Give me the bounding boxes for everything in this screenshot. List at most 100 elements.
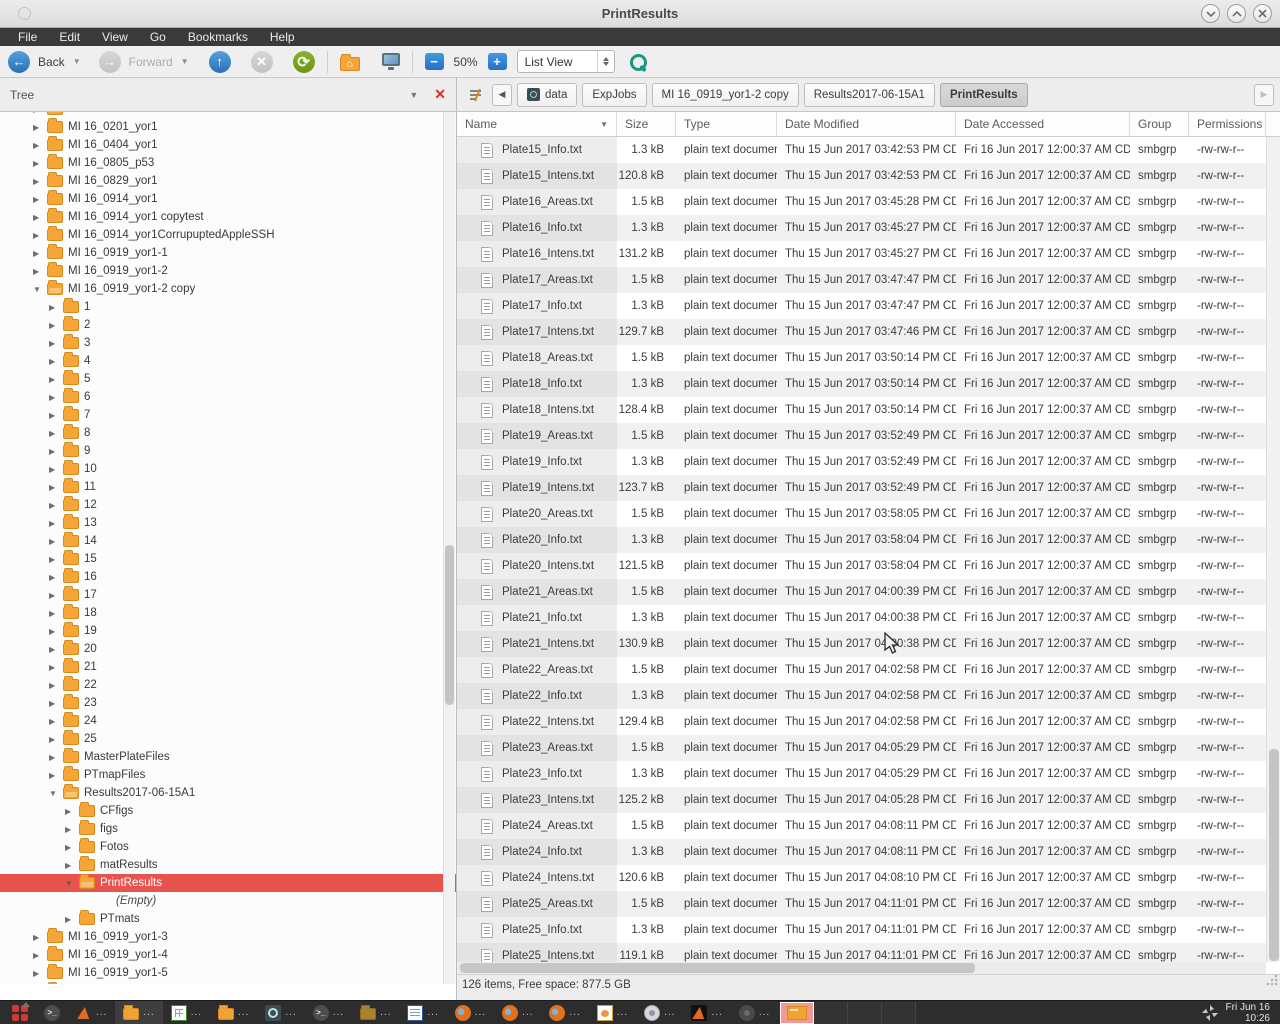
menu-help[interactable]: Help	[260, 29, 305, 45]
tree-item-3[interactable]: ▶3	[0, 334, 456, 352]
column-header-name[interactable]: Name▼	[457, 112, 617, 136]
file-row-plate18-areas-txt[interactable]: Plate18_Areas.txt1.5 kBplain text docume…	[457, 345, 1280, 371]
column-header-permissions[interactable]: Permissions	[1189, 112, 1266, 136]
list-vertical-scrollbar-thumb[interactable]	[1269, 749, 1279, 961]
column-header-size[interactable]: Size	[617, 112, 676, 136]
file-row-plate24-intens-txt[interactable]: Plate24_Intens.txt120.6 kBplain text doc…	[457, 865, 1280, 891]
taskbar-button-firefox[interactable]: ...	[541, 1001, 588, 1024]
taskbar-button-terminal[interactable]: >_...	[305, 1001, 352, 1024]
tree-item-19[interactable]: ▶19	[0, 622, 456, 640]
side-pane-close-icon[interactable]: ✕	[434, 86, 446, 103]
path-scroll-right-button[interactable]: ▶	[1254, 84, 1274, 106]
tree-item-matresults[interactable]: ▶matResults	[0, 856, 456, 874]
file-row-plate16-areas-txt[interactable]: Plate16_Areas.txt1.5 kBplain text docume…	[457, 189, 1280, 215]
taskbar-button-firefox[interactable]: ...	[447, 1001, 494, 1024]
search-button[interactable]	[629, 52, 647, 72]
tree-vertical-scrollbar[interactable]	[443, 112, 455, 984]
zoom-in-button[interactable]: +	[488, 53, 507, 70]
taskbar-button-impress[interactable]: ...	[589, 1001, 636, 1024]
file-row-plate21-info-txt[interactable]: Plate21_Info.txt1.3 kBplain text documen…	[457, 605, 1280, 631]
forward-button[interactable]: →	[99, 51, 121, 73]
tree-item-16[interactable]: ▶16	[0, 568, 456, 586]
tree-item-15[interactable]: ▶15	[0, 550, 456, 568]
file-row-plate19-areas-txt[interactable]: Plate19_Areas.txt1.5 kBplain text docume…	[457, 423, 1280, 449]
title-bar[interactable]: PrintResults	[0, 0, 1280, 28]
expand-toggle-icon[interactable]: ▶	[49, 735, 61, 744]
tree-item-8[interactable]: ▶8	[0, 424, 456, 442]
tree-item-11[interactable]: ▶11	[0, 478, 456, 496]
expand-toggle-icon[interactable]: ▶	[65, 915, 77, 924]
file-row-plate17-info-txt[interactable]: Plate17_Info.txt1.3 kBplain text documen…	[457, 293, 1280, 319]
menu-file[interactable]: File	[8, 29, 47, 45]
expand-toggle-icon[interactable]: ▶	[49, 339, 61, 348]
tree-item-21[interactable]: ▶21	[0, 658, 456, 676]
file-row-plate24-areas-txt[interactable]: Plate24_Areas.txt1.5 kBplain text docume…	[457, 813, 1280, 839]
view-mode-spinner[interactable]	[597, 51, 614, 72]
tree-item-results2017-06-15a1[interactable]: ▼Results2017-06-15A1	[0, 784, 456, 802]
tree-item-mi-16-0919-yor1-2[interactable]: ▶MI 16_0919_yor1-2	[0, 262, 456, 280]
expand-toggle-icon[interactable]: ▶	[49, 375, 61, 384]
expand-toggle-icon[interactable]: ▶	[49, 591, 61, 600]
tree-item-13[interactable]: ▶13	[0, 514, 456, 532]
file-row-plate16-info-txt[interactable]: Plate16_Info.txt1.3 kBplain text documen…	[457, 215, 1280, 241]
tree-item-mi-16-0829-yor1[interactable]: ▶MI 16_0829_yor1	[0, 172, 456, 190]
tree-item-mi-16-0919-yor1-1[interactable]: ▶MI 16_0919_yor1-1	[0, 244, 456, 262]
expand-toggle-icon[interactable]: ▶	[49, 771, 61, 780]
expand-toggle-icon[interactable]: ▶	[49, 303, 61, 312]
computer-button[interactable]	[382, 53, 400, 66]
file-row-plate23-info-txt[interactable]: Plate23_Info.txt1.3 kBplain text documen…	[457, 761, 1280, 787]
tree-item-masterplatefiles[interactable]: ▶MasterPlateFiles	[0, 748, 456, 766]
back-button[interactable]: ←	[8, 51, 30, 73]
taskbar-button-matlab[interactable]: ...	[68, 1001, 115, 1024]
breadcrumb-mi-16-0919-yor1-2-copy[interactable]: MI 16_0919_yor1-2 copy	[652, 83, 799, 107]
menu-bookmarks[interactable]: Bookmarks	[178, 29, 258, 45]
expand-toggle-icon[interactable]: ▶	[33, 195, 45, 204]
tree-item-printresults[interactable]: ▼PrintResults	[0, 874, 456, 892]
taskbar-button-matlab-dark[interactable]: ...	[683, 1001, 730, 1024]
tree-item-mi-16-0919-yor1-2-copy[interactable]: ▼MI 16_0919_yor1-2 copy	[0, 280, 456, 298]
expand-toggle-icon[interactable]: ▶	[33, 177, 45, 186]
tree-item-22[interactable]: ▶22	[0, 676, 456, 694]
taskbar-button-viewer[interactable]: ...	[257, 1001, 304, 1024]
tree-item-20[interactable]: ▶20	[0, 640, 456, 658]
file-row-plate17-intens-txt[interactable]: Plate17_Intens.txt129.7 kBplain text doc…	[457, 319, 1280, 345]
breadcrumb-printresults[interactable]: PrintResults	[940, 83, 1028, 107]
file-row-plate22-intens-txt[interactable]: Plate22_Intens.txt129.4 kBplain text doc…	[457, 709, 1280, 735]
file-row-plate19-info-txt[interactable]: Plate19_Info.txt1.3 kBplain text documen…	[457, 449, 1280, 475]
shutter-tray-icon[interactable]	[1201, 1004, 1219, 1022]
taskbar-button-writer[interactable]: ...	[399, 1001, 446, 1024]
tree-item-14[interactable]: ▶14	[0, 532, 456, 550]
back-history-dropdown[interactable]: ▼	[73, 57, 81, 66]
file-row-plate24-info-txt[interactable]: Plate24_Info.txt1.3 kBplain text documen…	[457, 839, 1280, 865]
expand-toggle-icon[interactable]: ▶	[49, 627, 61, 636]
list-horizontal-scrollbar[interactable]	[457, 962, 1266, 974]
tree-item-figs[interactable]: ▶figs	[0, 820, 456, 838]
tree-item-mi-16-0914-yor1-copytest[interactable]: ▶MI 16_0914_yor1 copytest	[0, 208, 456, 226]
tree-item-ptmapfiles[interactable]: ▶PTmapFiles	[0, 766, 456, 784]
expand-toggle-icon[interactable]: ▶	[49, 429, 61, 438]
tree-item-4[interactable]: ▶4	[0, 352, 456, 370]
expand-toggle-icon[interactable]: ▶	[65, 861, 77, 870]
taskbar-button-app-dim[interactable]: ...	[731, 1001, 778, 1024]
expand-toggle-icon[interactable]: ▶	[49, 483, 61, 492]
tree-item-ptmats[interactable]: ▶PTmats	[0, 910, 456, 928]
tree-item-1[interactable]: ▶1	[0, 298, 456, 316]
expand-toggle-icon[interactable]: ▶	[33, 141, 45, 150]
resize-grip[interactable]	[1266, 974, 1278, 986]
expand-toggle-icon[interactable]: ▶	[49, 537, 61, 546]
expand-toggle-icon[interactable]: ▶	[49, 663, 61, 672]
taskbar-button-calc[interactable]: ...	[163, 1001, 210, 1024]
tree-item-9[interactable]: ▶9	[0, 442, 456, 460]
column-header-date-accessed[interactable]: Date Accessed	[956, 112, 1130, 136]
tree-item-6[interactable]: ▶6	[0, 388, 456, 406]
tree-item-mi-16-0914-yor1corrupuptedapplessh[interactable]: ▶MI 16_0914_yor1CorrupuptedAppleSSH	[0, 226, 456, 244]
close-button[interactable]	[1253, 4, 1272, 23]
tree-item-mi-16-0201-yor1[interactable]: ▶MI 16_0201_yor1	[0, 118, 456, 136]
menu-view[interactable]: View	[92, 29, 138, 45]
breadcrumb-results2017-06-15a1[interactable]: Results2017-06-15A1	[804, 83, 935, 107]
file-row-plate22-info-txt[interactable]: Plate22_Info.txt1.3 kBplain text documen…	[457, 683, 1280, 709]
expand-toggle-icon[interactable]: ▶	[33, 231, 45, 240]
window-menu-icon[interactable]	[18, 7, 31, 20]
home-button[interactable]: ⌂	[340, 57, 360, 71]
expand-toggle-icon[interactable]: ▶	[33, 933, 45, 942]
